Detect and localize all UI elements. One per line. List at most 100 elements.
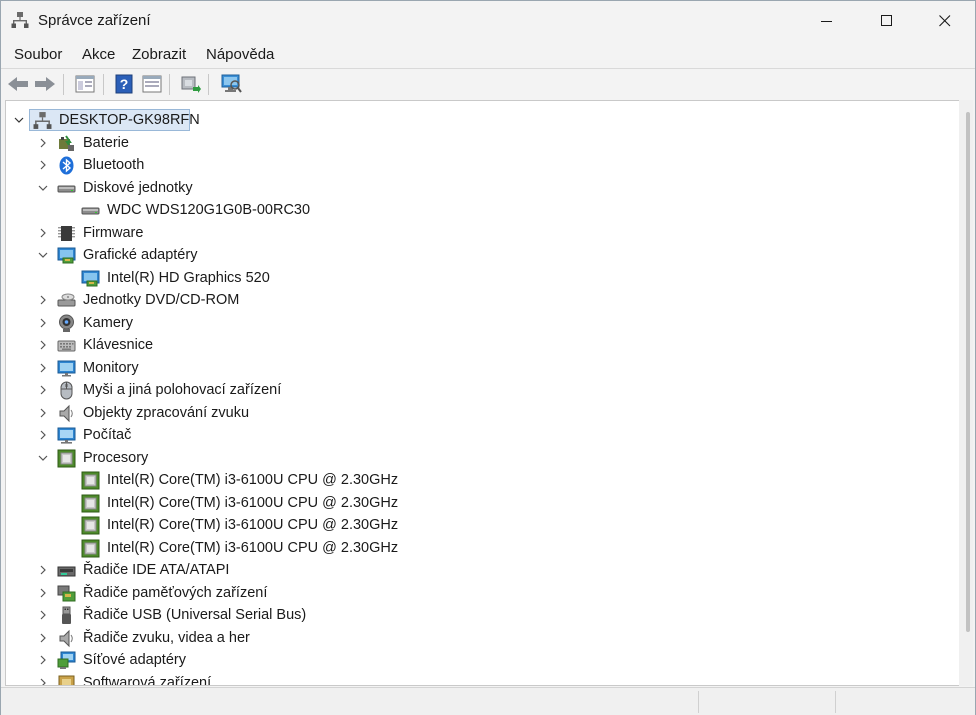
tree-item-label: Síťové adaptéry [83, 652, 186, 668]
tree-item-label: Firmware [83, 224, 144, 241]
chevron-right-icon[interactable] [37, 159, 49, 171]
tree-device[interactable]: Intel(R) HD Graphics 520 [6, 267, 946, 289]
console-tree-button[interactable] [140, 72, 164, 96]
usb-icon [57, 606, 76, 625]
disk-drive-icon [57, 179, 76, 198]
tree-category[interactable]: Řadiče IDE ATA/ATAPI [6, 559, 946, 581]
scrollbar-thumb[interactable] [966, 112, 970, 632]
close-button[interactable] [919, 1, 971, 41]
chevron-right-icon[interactable] [37, 587, 49, 599]
tree-category[interactable]: Řadiče USB (Universal Serial Bus) [6, 604, 946, 626]
ide-controller-icon [57, 561, 76, 580]
chevron-right-icon[interactable] [37, 429, 49, 441]
chevron-down-icon[interactable] [13, 114, 25, 126]
tree-category[interactable]: Řadiče zvuku, videa a her [6, 627, 946, 649]
tree-category[interactable]: Firmware [6, 222, 946, 244]
chevron-right-icon[interactable] [37, 339, 49, 351]
tree-item-label: Diskové jednotky [83, 179, 193, 196]
display-adapter-icon [57, 246, 76, 265]
menu-napoveda[interactable]: Nápověda [206, 46, 274, 63]
minimize-icon [821, 21, 832, 22]
chevron-right-icon[interactable] [37, 227, 49, 239]
firmware-icon [57, 224, 76, 243]
tree-device[interactable]: Intel(R) Core(TM) i3-6100U CPU @ 2.30GHz [6, 469, 946, 491]
tree-category[interactable]: Kamery [6, 312, 946, 334]
tree-item-label: Bluetooth [83, 157, 145, 173]
tree-category[interactable]: Jednotky DVD/CD-ROM [6, 289, 946, 311]
update-driver-button[interactable] [178, 72, 202, 96]
tree-device[interactable]: Intel(R) Core(TM) i3-6100U CPU @ 2.30GHz [6, 492, 946, 514]
tree-item-label: Řadiče paměťových zařízení [83, 584, 268, 601]
computer-icon [57, 426, 76, 445]
tree-category[interactable]: Síťové adaptéry [6, 649, 946, 671]
tree-item-label: Myši a jiná polohovací zařízení [83, 382, 282, 398]
minimize-button[interactable] [801, 1, 853, 41]
chevron-right-icon[interactable] [37, 407, 49, 419]
tree-category[interactable]: Softwarová zařízení [6, 672, 946, 687]
tree-item-label: Intel(R) HD Graphics 520 [107, 269, 270, 286]
keyboard-icon [57, 336, 76, 355]
tree-item-label: Procesory [83, 449, 149, 466]
speaker-icon [57, 404, 76, 423]
tree-device[interactable]: Intel(R) Core(TM) i3-6100U CPU @ 2.30GHz [6, 514, 946, 536]
tree-device[interactable]: Intel(R) Core(TM) i3-6100U CPU @ 2.30GHz [6, 537, 946, 559]
device-tree[interactable]: DESKTOP-GK98RFN Baterie Bluetooth Diskové … [5, 100, 960, 686]
tree-root[interactable]: DESKTOP-GK98RFN [6, 109, 946, 131]
tree-item-label: Klávesnice [83, 337, 154, 353]
menu-zobrazit[interactable]: Zobrazit [132, 46, 186, 63]
processor-icon [81, 494, 100, 513]
processor-icon [81, 539, 100, 558]
window-title: Správce zařízení [38, 12, 151, 29]
tree-category[interactable]: Počítač [6, 424, 946, 446]
chevron-right-icon[interactable] [37, 564, 49, 576]
chevron-down-icon[interactable] [37, 249, 49, 261]
tree-category[interactable]: Objekty zpracování zvuku [6, 402, 946, 424]
chevron-right-icon[interactable] [37, 362, 49, 374]
tree-device[interactable]: WDC WDS120G1G0B-00RC30 [6, 199, 946, 221]
chevron-right-icon[interactable] [37, 137, 49, 149]
chevron-right-icon[interactable] [37, 609, 49, 621]
tree-item-label: Grafické adaptéry [83, 247, 198, 263]
vertical-scrollbar[interactable] [959, 100, 973, 686]
chevron-right-icon[interactable] [37, 384, 49, 396]
properties-view-icon [75, 75, 95, 93]
chevron-right-icon[interactable] [37, 632, 49, 644]
chevron-right-icon[interactable] [37, 294, 49, 306]
chevron-down-icon[interactable] [37, 452, 49, 464]
tree-category[interactable]: Bluetooth [6, 154, 946, 176]
forward-button[interactable] [33, 72, 57, 96]
menu-soubor[interactable]: Soubor [14, 46, 62, 63]
tree-category[interactable]: Grafické adaptéry [6, 244, 946, 266]
tree-root-label: DESKTOP-GK98RFN [59, 112, 200, 128]
chevron-right-icon[interactable] [37, 677, 49, 687]
tree-category[interactable]: Monitory [6, 357, 946, 379]
scan-hardware-button[interactable] [219, 72, 243, 96]
storage-controller-icon [57, 584, 76, 603]
tree-item-label: Intel(R) Core(TM) i3-6100U CPU @ 2.30GHz [107, 472, 399, 488]
chevron-right-icon[interactable] [37, 654, 49, 666]
tree-category[interactable]: Baterie [6, 132, 946, 154]
maximize-button[interactable] [861, 1, 913, 41]
help-button[interactable]: ? [112, 72, 136, 96]
tree-category[interactable]: Klávesnice [6, 334, 946, 356]
software-device-icon [57, 674, 76, 685]
properties-view-button[interactable] [73, 72, 97, 96]
tree-category[interactable]: Diskové jednotky [6, 177, 946, 199]
tree-category[interactable]: Procesory [6, 447, 946, 469]
help-icon: ? [115, 74, 133, 94]
tree-category[interactable]: Myši a jiná polohovací zařízení [6, 379, 946, 401]
forward-icon [35, 77, 55, 91]
back-button[interactable] [6, 72, 30, 96]
menu-akce[interactable]: Akce [82, 46, 115, 63]
title-bar[interactable]: Správce zařízení [1, 1, 975, 41]
processor-icon [81, 516, 100, 535]
back-icon [8, 77, 28, 91]
tree-item-label: Softwarová zařízení [83, 674, 212, 686]
chevron-right-icon[interactable] [37, 317, 49, 329]
tree-category[interactable]: Řadiče paměťových zařízení [6, 582, 946, 604]
camera-icon [57, 314, 76, 333]
tree-item-label: Řadiče USB (Universal Serial Bus) [83, 607, 307, 623]
dvd-drive-icon [57, 291, 76, 310]
tree-item-label: Intel(R) Core(TM) i3-6100U CPU @ 2.30GHz [107, 539, 399, 556]
chevron-down-icon[interactable] [37, 182, 49, 194]
